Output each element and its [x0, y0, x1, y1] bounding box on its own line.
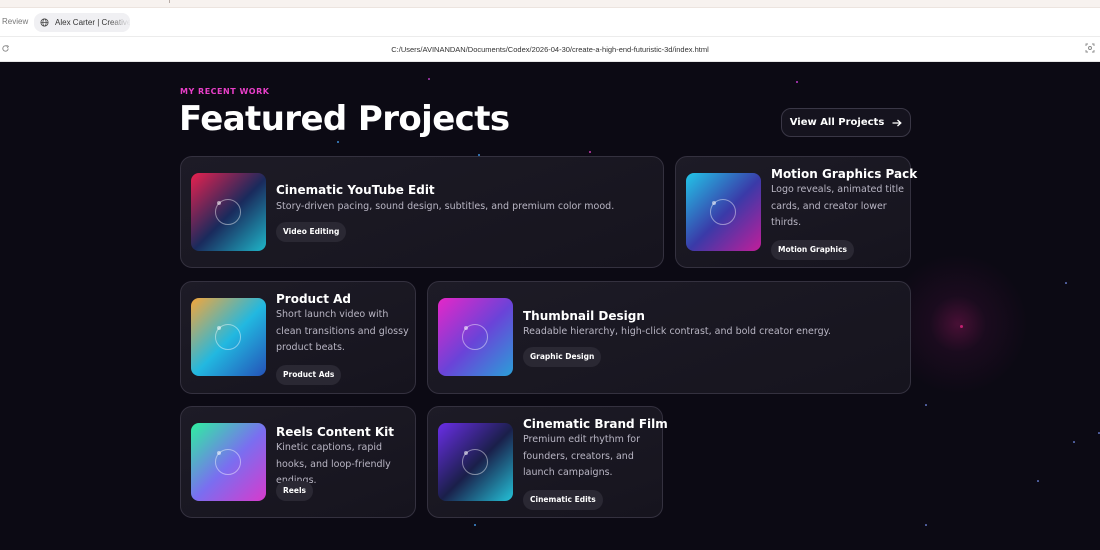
- project-thumbnail: [686, 173, 761, 251]
- particle-dot: [1065, 282, 1067, 284]
- project-thumbnail: [191, 173, 266, 251]
- particle-dot: [1073, 441, 1075, 443]
- project-description: Story-driven pacing, sound design, subti…: [276, 201, 615, 212]
- play-ring-icon: [710, 199, 736, 225]
- play-ring-icon: [462, 449, 488, 475]
- project-tag[interactable]: Product Ads: [276, 365, 342, 385]
- section-heading: Featured Projects: [179, 99, 510, 139]
- section-eyebrow: MY RECENT WORK: [180, 87, 270, 96]
- project-thumbnail: [438, 423, 513, 501]
- window-divider: [169, 0, 170, 3]
- view-all-projects-button[interactable]: View All Projects: [781, 108, 911, 137]
- url-field[interactable]: C:/Users/AVINANDAN/Documents/Codex/2026-…: [0, 45, 1100, 54]
- project-title: Thumbnail Design: [523, 309, 645, 323]
- screenshot-icon[interactable]: [1085, 43, 1095, 53]
- project-card[interactable]: Reels Content Kit Kinetic captions, rapi…: [180, 406, 416, 518]
- project-tag[interactable]: Video Editing: [276, 222, 347, 242]
- particle-dot: [796, 81, 798, 83]
- tab-bar: Review Alex Carter | Creative: [0, 8, 1100, 37]
- project-tag[interactable]: Graphic Design: [523, 347, 602, 367]
- project-description: Premium edit rhythm for founders, creato…: [523, 434, 641, 478]
- project-title: Cinematic YouTube Edit: [276, 183, 435, 197]
- window-top-strip: [0, 0, 1100, 8]
- tab-title: Alex Carter | Creative: [55, 18, 130, 27]
- particle-dot: [589, 151, 591, 153]
- project-card[interactable]: Motion Graphics Pack Logo reveals, anima…: [675, 156, 917, 268]
- globe-icon: [40, 18, 49, 27]
- particle-dot: [1037, 480, 1039, 482]
- project-description: Readable hierarchy, high-click contrast,…: [523, 326, 831, 337]
- particle-dot: [925, 524, 927, 526]
- project-thumbnail: [191, 423, 266, 501]
- play-ring-icon: [215, 199, 241, 225]
- particle-dot: [428, 78, 430, 80]
- tab-active[interactable]: Alex Carter | Creative: [34, 13, 130, 32]
- view-all-label: View All Projects: [789, 117, 885, 128]
- project-description: Logo reveals, animated title cards, and …: [771, 184, 905, 228]
- project-title: Motion Graphics Pack: [771, 167, 918, 181]
- project-description: Short launch video with clean transition…: [276, 309, 409, 353]
- tab-review[interactable]: Review: [2, 17, 28, 26]
- arrow-right-icon: [892, 119, 903, 126]
- particle-dot: [337, 141, 339, 143]
- project-thumbnail: [438, 298, 513, 376]
- play-ring-icon: [215, 449, 241, 475]
- project-card[interactable]: Thumbnail Design Readable hierarchy, hig…: [427, 281, 911, 394]
- particle-dot: [960, 325, 963, 328]
- project-card[interactable]: Cinematic YouTube Edit Story-driven paci…: [180, 156, 664, 268]
- project-title: Reels Content Kit: [276, 425, 395, 439]
- address-bar: C:/Users/AVINANDAN/Documents/Codex/2026-…: [0, 37, 1100, 62]
- play-ring-icon: [462, 324, 488, 350]
- particle-dot: [1098, 432, 1100, 434]
- project-thumbnail: [191, 298, 266, 376]
- project-title: Cinematic Brand Film: [523, 417, 668, 431]
- particle-dot: [474, 524, 476, 526]
- project-tag[interactable]: Reels: [276, 481, 313, 501]
- project-card[interactable]: Product Ad Short launch video with clean…: [180, 281, 416, 394]
- project-tag[interactable]: Motion Graphics: [771, 240, 854, 260]
- particle-dot: [925, 404, 927, 406]
- page-viewport: MY RECENT WORK Featured Projects View Al…: [0, 62, 1100, 550]
- play-ring-icon: [215, 324, 241, 350]
- project-title: Product Ad: [276, 292, 351, 306]
- project-card[interactable]: Cinematic Brand Film Premium edit rhythm…: [427, 406, 668, 518]
- project-tag[interactable]: Cinematic Edits: [523, 490, 603, 510]
